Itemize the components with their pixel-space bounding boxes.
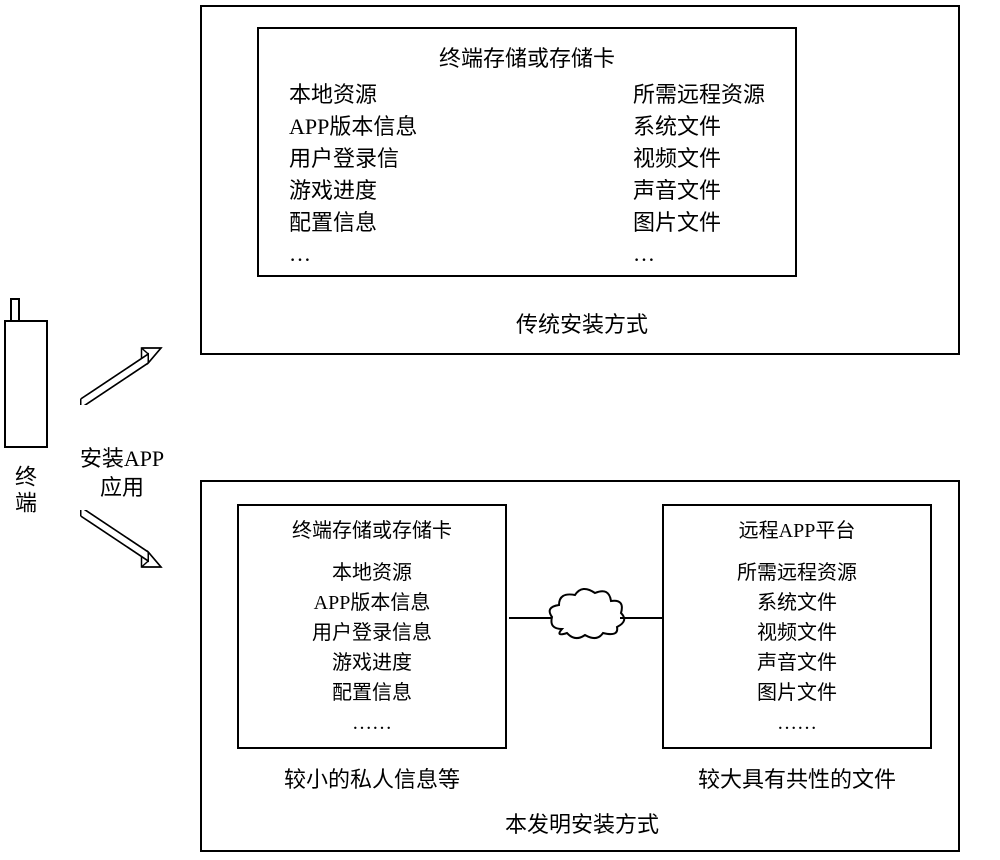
traditional-caption: 传统安装方式 xyxy=(202,307,962,339)
terminal-storage-box-top: 终端存储或存储卡 本地资源 APP版本信息 用户登录信 游戏进度 配置信息 … … xyxy=(257,27,797,277)
storage-title-bottom-left: 终端存储或存储卡 xyxy=(249,516,495,546)
terminal-storage-box-bottom: 终端存储或存储卡 本地资源 APP版本信息 用户登录信息 游戏进度 配置信息 …… xyxy=(237,504,507,749)
remote-app-platform-box: 远程APP平台 所需远程资源 系统文件 视频文件 声音文件 图片文件 …… xyxy=(662,504,932,749)
remote-resources-col: 所需远程资源 系统文件 视频文件 声音文件 图片文件 … xyxy=(633,79,765,270)
local-resources-col: 本地资源 APP版本信息 用户登录信 游戏进度 配置信息 … xyxy=(289,79,417,270)
invention-install-box: 终端存储或存储卡 本地资源 APP版本信息 用户登录信息 游戏进度 配置信息 …… xyxy=(200,480,960,852)
small-private-caption: 较小的私人信息等 xyxy=(252,762,492,794)
terminal-device-icon xyxy=(4,320,48,460)
local-resources-body: 本地资源 APP版本信息 用户登录信息 游戏进度 配置信息 …… xyxy=(249,558,495,738)
traditional-install-box: 终端存储或存储卡 本地资源 APP版本信息 用户登录信 游戏进度 配置信息 … … xyxy=(200,5,960,355)
install-app-label: 安装APP 应用 xyxy=(72,445,172,502)
terminal-label: 终端 xyxy=(10,465,40,517)
remote-platform-title: 远程APP平台 xyxy=(674,516,920,546)
arrow-up-icon xyxy=(62,345,182,405)
invention-caption: 本发明安装方式 xyxy=(202,807,962,839)
arrow-down-icon xyxy=(62,510,182,570)
large-common-caption: 较大具有共性的文件 xyxy=(652,762,942,794)
storage-title-top: 终端存储或存储卡 xyxy=(289,41,765,73)
cloud-icon xyxy=(547,587,627,642)
remote-resources-body: 所需远程资源 系统文件 视频文件 声音文件 图片文件 …… xyxy=(674,558,920,738)
connector-right xyxy=(620,617,662,619)
